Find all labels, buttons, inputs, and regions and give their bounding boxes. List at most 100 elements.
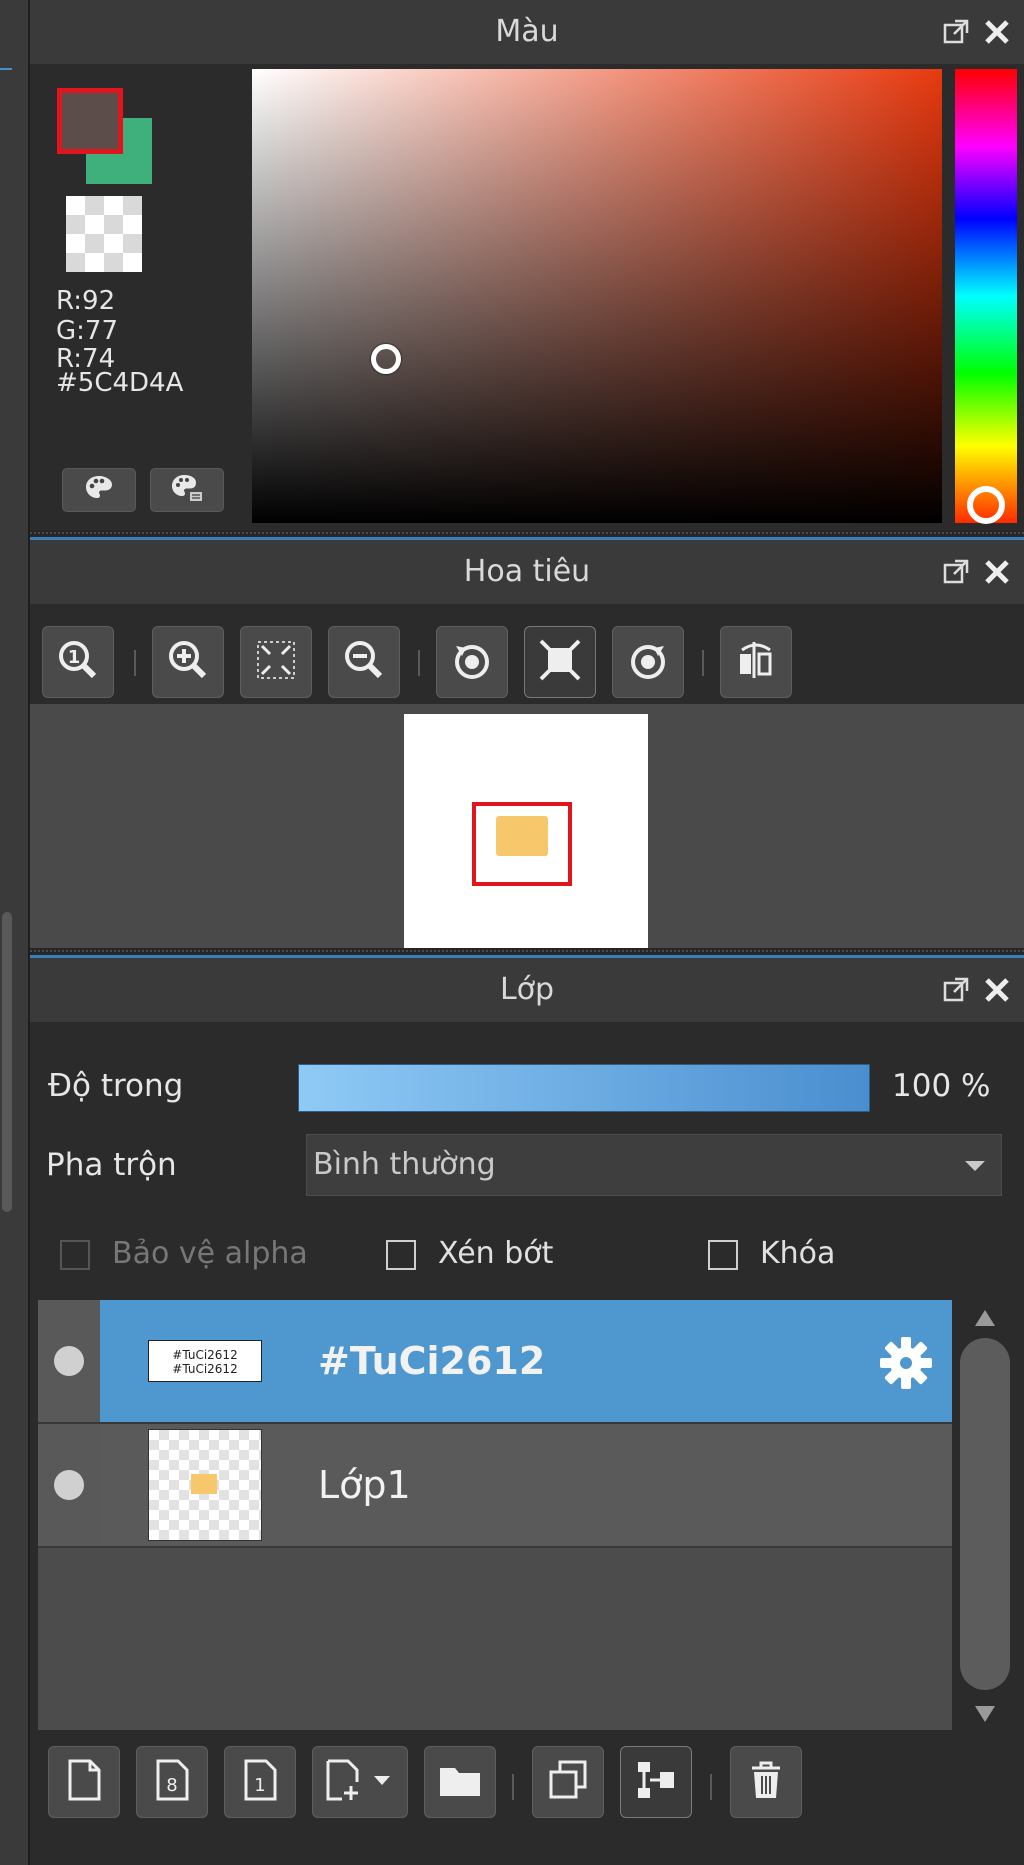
lock-checkbox[interactable] bbox=[708, 1240, 738, 1270]
layers-scrollbar[interactable] bbox=[956, 1300, 1014, 1730]
layer-item[interactable]: #TuCi2612 #TuCi2612 #TuCi2612 bbox=[38, 1300, 952, 1424]
new-layer-icon bbox=[64, 1758, 104, 1806]
color-picker-area: R:92 G:77 R:74 #5C4D4A bbox=[30, 64, 1024, 530]
protect-alpha-label: Bảo vệ alpha bbox=[112, 1236, 308, 1271]
palette-icon bbox=[84, 474, 114, 506]
hue-cursor[interactable] bbox=[967, 486, 1005, 524]
new-layer-1bit-icon: 1 bbox=[240, 1758, 280, 1806]
folder-icon bbox=[437, 1760, 483, 1804]
left-scrollbar[interactable] bbox=[2, 912, 12, 1212]
flip-button[interactable] bbox=[720, 626, 792, 698]
color-values: R:92 G:77 R:74 #5C4D4A bbox=[56, 286, 184, 398]
new-folder-button[interactable] bbox=[424, 1746, 496, 1818]
close-icon[interactable] bbox=[984, 559, 1010, 585]
visibility-toggle[interactable] bbox=[38, 1424, 100, 1546]
close-icon[interactable] bbox=[984, 977, 1010, 1003]
lock-label: Khóa bbox=[760, 1236, 836, 1271]
new-layer-button[interactable] bbox=[48, 1746, 120, 1818]
new-1bit-layer-button[interactable]: 1 bbox=[224, 1746, 296, 1818]
palette-button[interactable] bbox=[62, 468, 136, 512]
merge-down-button[interactable] bbox=[620, 1746, 692, 1818]
popout-icon[interactable] bbox=[942, 18, 970, 46]
viewport-rectangle[interactable] bbox=[472, 802, 572, 886]
duplicate-layer-button[interactable] bbox=[532, 1746, 604, 1818]
palette-settings-icon bbox=[170, 473, 204, 507]
eye-icon bbox=[54, 1470, 84, 1500]
visibility-toggle[interactable] bbox=[38, 1300, 100, 1422]
fit-screen-button[interactable] bbox=[240, 626, 312, 698]
blend-mode-dropdown[interactable]: Bình thường bbox=[306, 1134, 1002, 1196]
close-icon[interactable] bbox=[984, 19, 1010, 45]
opacity-row: Độ trong 100 % bbox=[30, 1064, 1024, 1112]
svg-text:#TuCi2612: #TuCi2612 bbox=[172, 1348, 237, 1362]
zoom-in-icon bbox=[166, 638, 210, 686]
clipping-checkbox[interactable] bbox=[386, 1240, 416, 1270]
blend-mode-value: Bình thường bbox=[313, 1147, 496, 1182]
fit-screen-icon bbox=[254, 638, 298, 686]
foreground-color-swatch[interactable] bbox=[57, 88, 123, 154]
scroll-up-icon[interactable] bbox=[956, 1304, 1014, 1334]
left-dock-strip bbox=[0, 0, 31, 1865]
panel-titlebar: Lớp bbox=[30, 958, 1024, 1022]
fit-frame-button[interactable] bbox=[524, 626, 596, 698]
rotate-left-button[interactable] bbox=[436, 626, 508, 698]
scroll-thumb[interactable] bbox=[960, 1338, 1010, 1690]
actual-size-button[interactable]: 1 bbox=[42, 626, 114, 698]
layer-name: Lớp1 bbox=[318, 1463, 411, 1507]
panel-title: Lớp bbox=[499, 972, 555, 1007]
opacity-label: Độ trong bbox=[48, 1068, 184, 1104]
hue-slider[interactable] bbox=[955, 69, 1017, 524]
new-layer-8bit-icon: 8 bbox=[152, 1758, 192, 1806]
navigator-toolbar: 1 bbox=[30, 604, 1024, 704]
artwork-thumbnail bbox=[496, 816, 548, 856]
palette-settings-button[interactable] bbox=[150, 468, 224, 512]
scroll-down-icon[interactable] bbox=[956, 1698, 1014, 1728]
layer-item[interactable]: Lớp1 bbox=[38, 1424, 952, 1548]
delete-layer-button[interactable] bbox=[730, 1746, 802, 1818]
blend-row: Pha trộn Bình thường bbox=[30, 1134, 1024, 1196]
panel-titlebar: Màu bbox=[30, 0, 1024, 64]
blend-label: Pha trộn bbox=[46, 1147, 177, 1183]
transparent-color-swatch[interactable] bbox=[66, 196, 142, 272]
popout-icon[interactable] bbox=[942, 976, 970, 1004]
zoom-out-button[interactable] bbox=[328, 626, 400, 698]
red-value: R:92 bbox=[56, 286, 116, 316]
zoom-in-button[interactable] bbox=[152, 626, 224, 698]
eye-icon bbox=[54, 1346, 84, 1376]
rotate-right-button[interactable] bbox=[612, 626, 684, 698]
trash-icon bbox=[744, 1758, 788, 1806]
add-layer-menu-button[interactable] bbox=[312, 1746, 408, 1818]
gear-icon[interactable] bbox=[878, 1335, 934, 1395]
canvas-thumbnail bbox=[404, 714, 648, 958]
zoom-out-icon bbox=[342, 638, 386, 686]
fit-frame-icon bbox=[538, 638, 582, 686]
navigator-panel: Hoa tiêu 1 bbox=[30, 540, 1024, 958]
saturation-value-field[interactable] bbox=[252, 69, 942, 523]
panel-separator[interactable] bbox=[30, 530, 1024, 540]
flip-icon bbox=[734, 638, 778, 686]
hex-value: #5C4D4A bbox=[56, 368, 184, 398]
panel-title: Màu bbox=[495, 14, 559, 49]
opacity-slider[interactable] bbox=[298, 1064, 870, 1112]
new-8bit-layer-button[interactable]: 8 bbox=[136, 1746, 208, 1818]
rotate-right-icon bbox=[626, 638, 670, 686]
actual-size-icon: 1 bbox=[56, 638, 100, 686]
panel-separator[interactable] bbox=[30, 948, 1024, 958]
navigator-preview[interactable] bbox=[30, 704, 1024, 958]
dock-tab-marker bbox=[0, 68, 12, 118]
rotate-left-icon bbox=[450, 638, 494, 686]
merge-down-icon bbox=[634, 1758, 678, 1806]
layers-list: #TuCi2612 #TuCi2612 #TuCi2612 Lớp1 bbox=[38, 1300, 952, 1730]
layer-options-row: Bảo vệ alpha Xén bớt Khóa bbox=[30, 1236, 1024, 1276]
color-panel: Màu R:92 G:77 R:74 #5C4D4A bbox=[30, 0, 1024, 530]
panel-title: Hoa tiêu bbox=[463, 554, 591, 589]
protect-alpha-checkbox[interactable] bbox=[60, 1240, 90, 1270]
layer-toolbar: 8 1 bbox=[38, 1730, 1016, 1840]
svg-text:1: 1 bbox=[68, 647, 81, 668]
layer-thumbnail: #TuCi2612 #TuCi2612 bbox=[148, 1340, 262, 1382]
color-picker-cursor[interactable] bbox=[371, 344, 401, 374]
opacity-value: 100 % bbox=[892, 1068, 991, 1104]
add-layer-menu-icon bbox=[322, 1758, 398, 1806]
svg-text:8: 8 bbox=[166, 1775, 177, 1796]
popout-icon[interactable] bbox=[942, 558, 970, 586]
